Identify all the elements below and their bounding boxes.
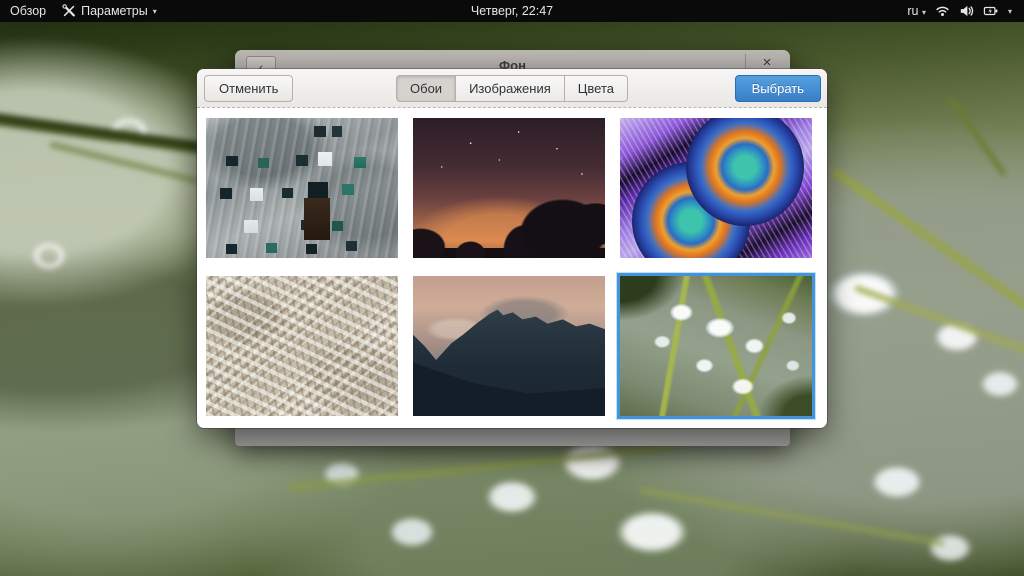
select-button[interactable]: Выбрать [734, 75, 821, 102]
system-menu-chevron-icon[interactable]: ▾ [1008, 7, 1012, 16]
leaf-stem [853, 284, 1024, 370]
grass-blade [948, 96, 1007, 177]
wallpaper-thumbnail-leaf-drops-selected[interactable] [620, 276, 812, 416]
wallpaper-thumbnail-mountains[interactable] [413, 276, 605, 416]
cancel-button[interactable]: Отменить [204, 75, 294, 102]
tab-wallpapers[interactable]: Обои [396, 75, 457, 102]
wallpaper-thumbnail-building[interactable] [206, 118, 398, 258]
battery-charging-icon[interactable] [983, 4, 999, 18]
leaf-stem [638, 487, 946, 547]
chevron-down-icon: ▾ [921, 8, 926, 17]
leaf-stem [830, 167, 1024, 328]
picker-tab-group: Обои Изображения Цвета [396, 75, 628, 102]
chevron-down-icon: ▾ [152, 6, 157, 16]
leaf-stem [287, 443, 677, 492]
tab-pictures[interactable]: Изображения [456, 75, 565, 102]
activities-button[interactable]: Обзор [10, 4, 46, 18]
wifi-icon[interactable] [935, 4, 950, 18]
top-bar: Обзор Параметры ▾ Четверг, 22:47 ru ▾ ▾ [0, 0, 1024, 22]
wallpaper-grid [197, 108, 827, 416]
wallpaper-thumbnail-night-sky[interactable] [413, 118, 605, 258]
volume-icon[interactable] [959, 4, 974, 18]
picker-headerbar: Отменить Обои Изображения Цвета Выбрать [197, 69, 827, 108]
keyboard-layout-indicator[interactable]: ru ▾ [907, 4, 926, 18]
wallpaper-picker-dialog: Отменить Обои Изображения Цвета Выбрать [197, 69, 827, 428]
app-menu-button[interactable]: Параметры ▾ [62, 4, 157, 18]
tab-colors[interactable]: Цвета [564, 75, 628, 102]
app-menu-label: Параметры [81, 4, 148, 18]
tools-icon [62, 4, 76, 17]
wallpaper-thumbnail-wood-chips[interactable] [206, 276, 398, 416]
wallpaper-thumbnail-torus[interactable] [620, 118, 812, 258]
